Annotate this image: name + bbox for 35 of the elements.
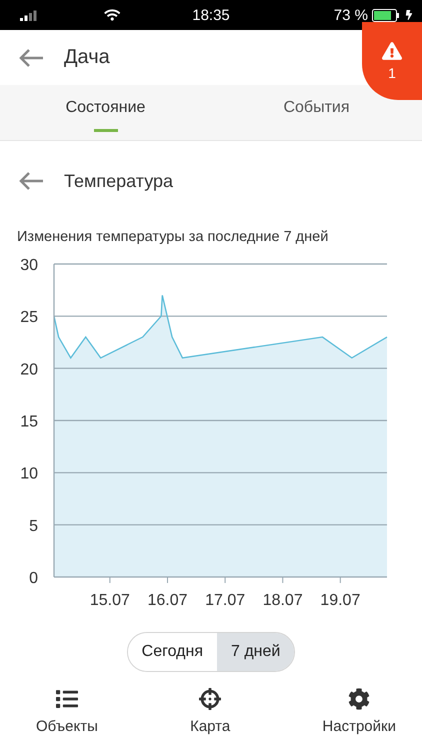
page-title: Дача <box>64 46 110 69</box>
back-arrow-icon[interactable] <box>18 48 44 68</box>
battery-percent: 73 % <box>334 6 368 24</box>
alert-count: 1 <box>388 65 396 81</box>
axis-label: 10 <box>20 466 38 483</box>
axis-label: 20 <box>20 361 38 378</box>
charging-icon <box>404 10 414 20</box>
axis-label: 17.07 <box>205 592 246 609</box>
axis-label: 18.07 <box>262 592 303 609</box>
wifi-icon <box>104 6 120 22</box>
battery-icon <box>372 8 400 22</box>
nav-item[interactable]: Карта <box>190 688 230 735</box>
nav-item[interactable]: Объекты <box>36 688 98 735</box>
axis-label: 30 <box>20 257 38 274</box>
signal-icon <box>20 10 38 20</box>
warning-icon <box>382 41 402 61</box>
nav-item[interactable]: Настройки <box>322 688 396 735</box>
section-title: Температура <box>64 170 174 192</box>
axis-label: 15.07 <box>90 592 130 609</box>
range-toggle[interactable]: 7 дней <box>216 633 294 671</box>
back-arrow-icon[interactable] <box>18 171 44 191</box>
axis-label: 25 <box>20 309 38 326</box>
alert-badge[interactable]: 1 <box>362 22 422 100</box>
status-time: 18:35 <box>192 6 230 24</box>
tab[interactable]: Состояние <box>66 99 146 117</box>
axis-label: 19.07 <box>320 592 360 609</box>
axis-label: 16.07 <box>147 592 188 609</box>
chart-caption: Изменения температуры за последние 7 дней <box>16 228 330 247</box>
axis-label: 15 <box>20 414 38 430</box>
axis-label: 5 <box>29 518 38 535</box>
axis-label: 0 <box>29 570 38 587</box>
list-icon <box>56 688 78 710</box>
settings-icon <box>348 688 370 710</box>
tab[interactable]: События <box>283 99 350 117</box>
crosshair-icon <box>199 688 222 710</box>
